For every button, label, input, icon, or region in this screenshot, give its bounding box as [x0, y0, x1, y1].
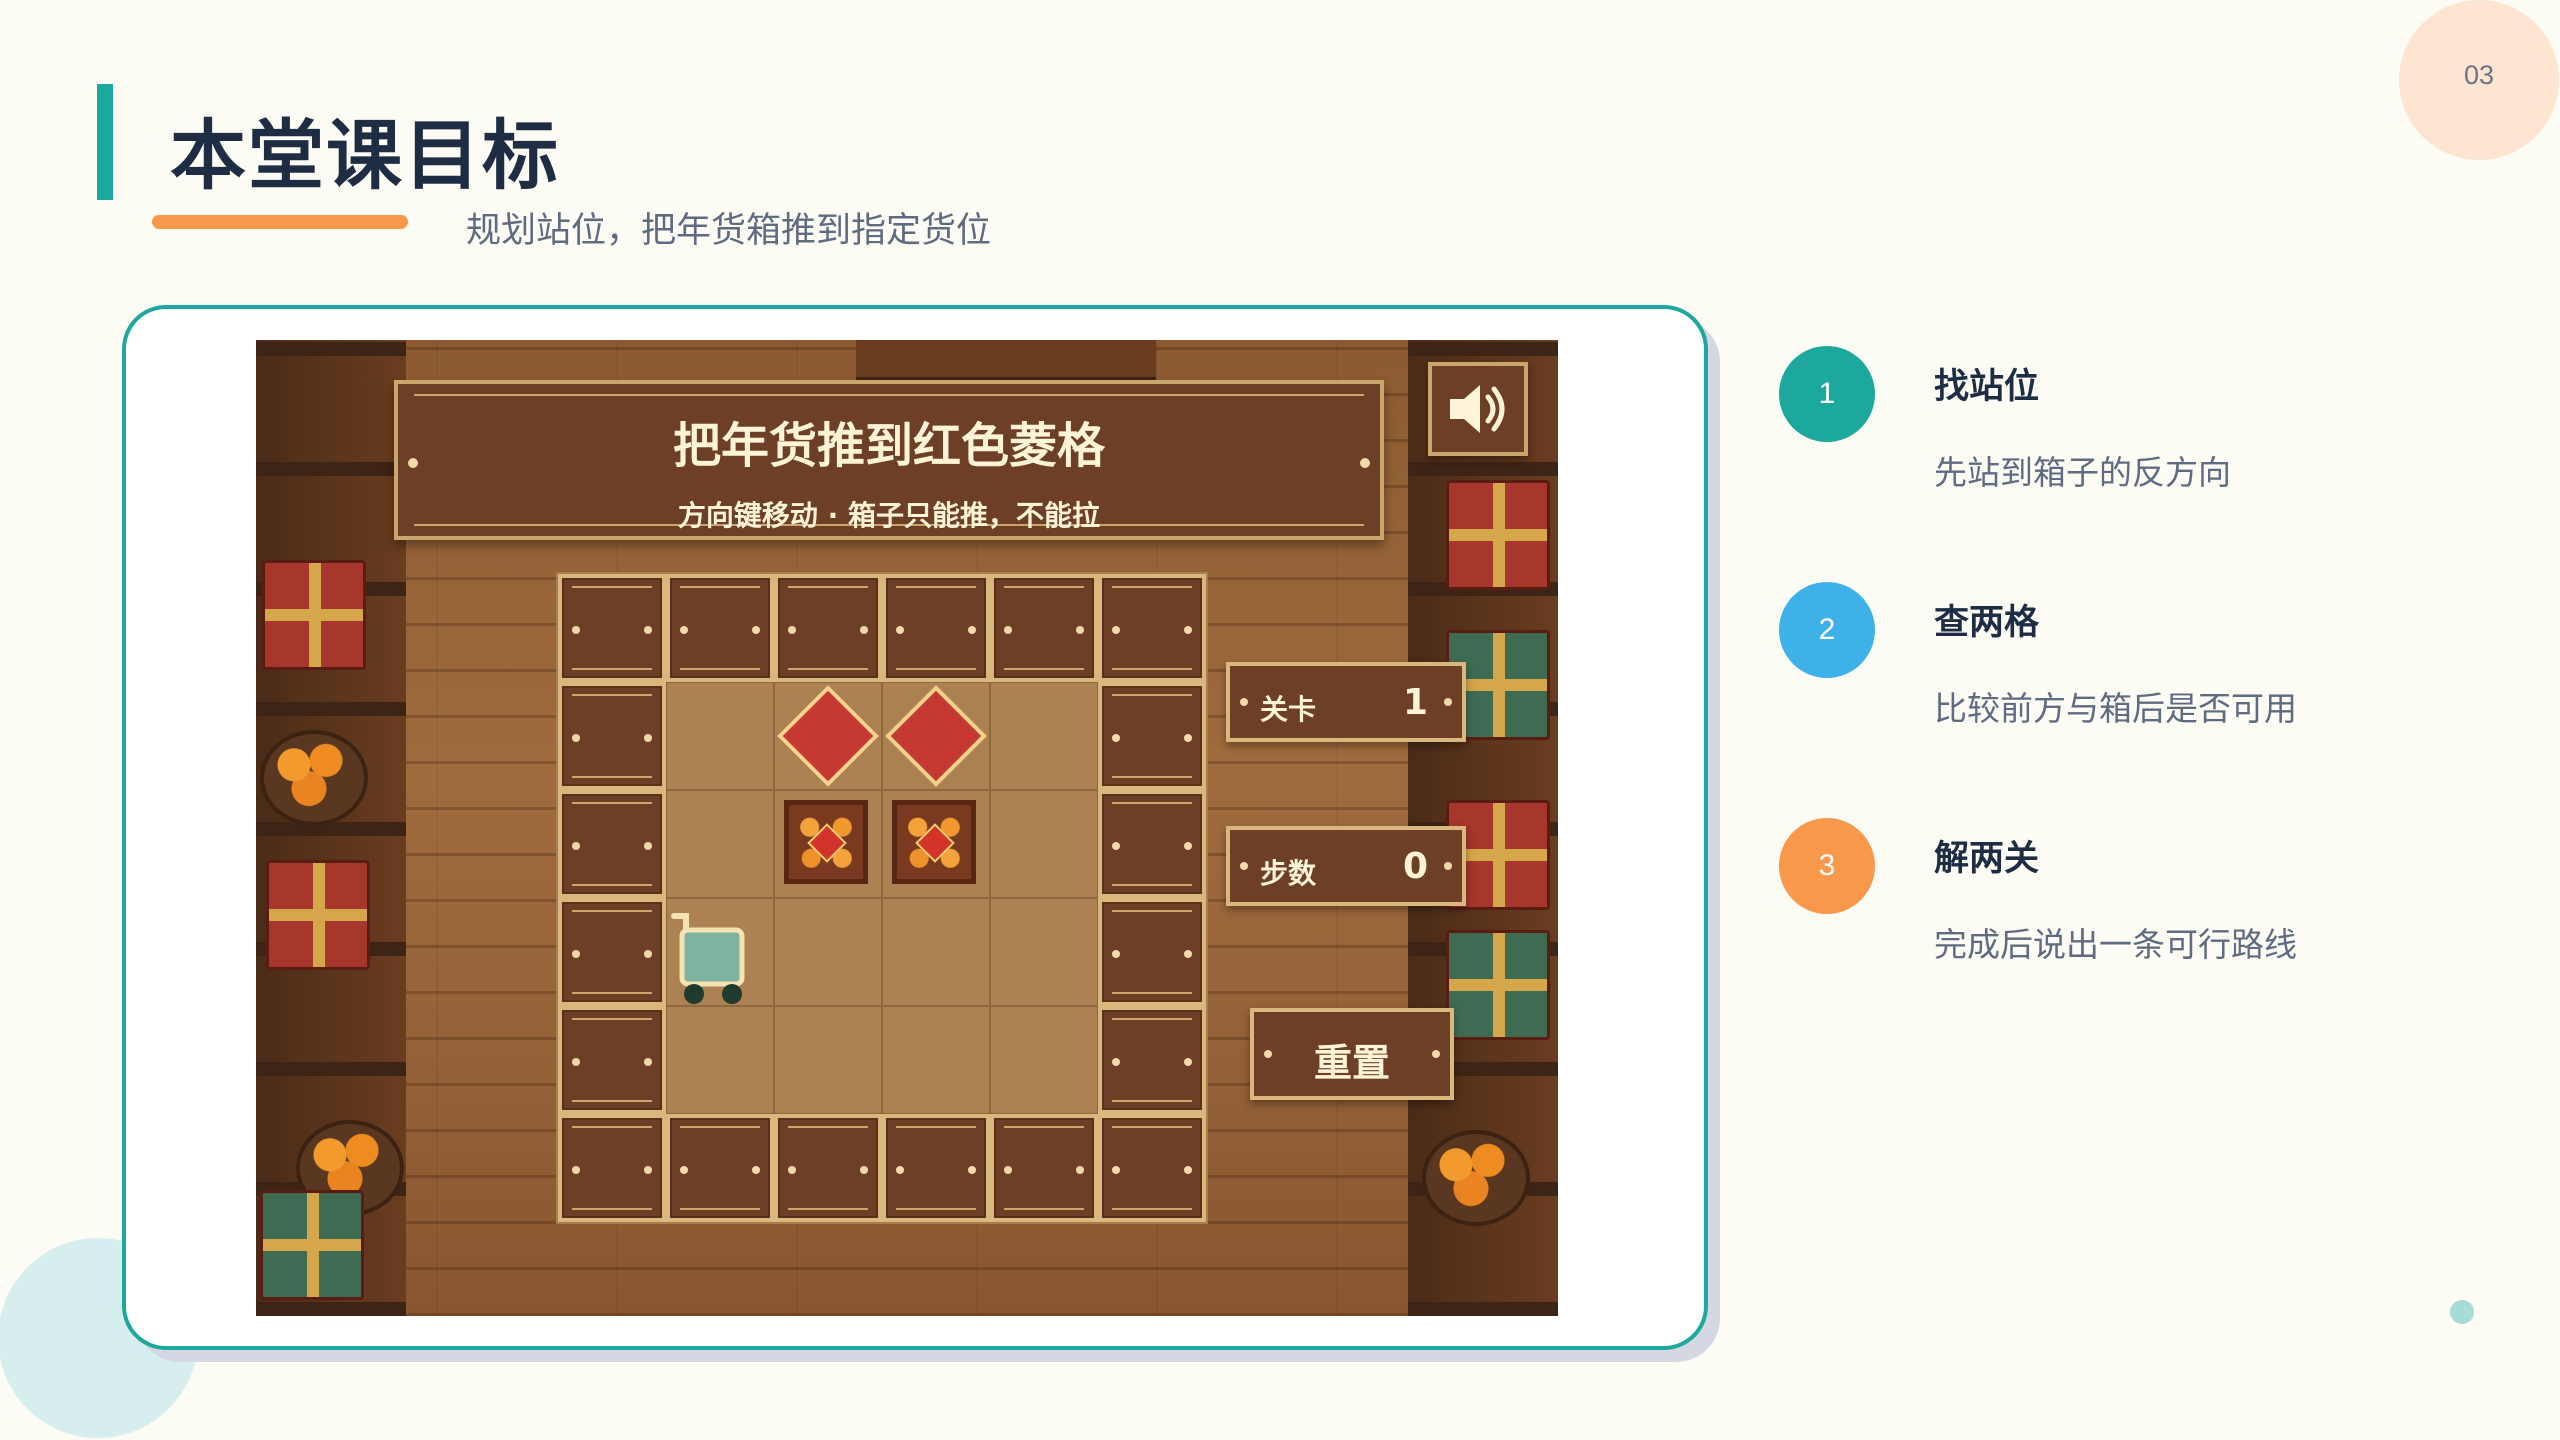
step-1-title: 找站位: [1934, 367, 2040, 407]
step-2-badge: 2: [1779, 582, 1875, 678]
level-value: 1: [1402, 682, 1428, 723]
wall-tile: [558, 1114, 666, 1222]
wall-tile: [558, 898, 666, 1006]
wall-tile: [774, 1114, 882, 1222]
steps-value: 0: [1402, 846, 1428, 887]
gift-box: [1446, 930, 1550, 1040]
banner-subtitle: 方向键移动 · 箱子只能推，不能拉: [677, 499, 1101, 532]
reset-button[interactable]: 重置: [1250, 1008, 1454, 1100]
instruction-banner: 把年货推到红色菱格 方向键移动 · 箱子只能推，不能拉: [394, 380, 1384, 540]
speaker-icon: [1450, 385, 1505, 433]
wall-tile: [666, 1114, 774, 1222]
page-title: 本堂课目标: [170, 111, 560, 200]
wall-tile: [1098, 1114, 1206, 1222]
floor-tile: [990, 682, 1098, 790]
title-underline: [152, 215, 408, 229]
banner-title: 把年货推到红色菱格: [672, 418, 1105, 474]
wall-tile: [558, 574, 666, 682]
wall-tile: [558, 790, 666, 898]
gift-box: [1446, 480, 1550, 590]
wall-tile: [1098, 682, 1206, 790]
wall-tile: [1098, 898, 1206, 1006]
game-board[interactable]: [556, 572, 1208, 1224]
wall-tile: [558, 1006, 666, 1114]
gift-box: [266, 860, 370, 970]
floor-tile: [882, 898, 990, 1006]
floor-tile: [666, 682, 774, 790]
goods-crate: [784, 800, 868, 884]
wall-tile: [1098, 1006, 1206, 1114]
floor-tile: [774, 898, 882, 1006]
game-screenshot[interactable]: 把年货推到红色菱格 方向键移动 · 箱子只能推，不能拉 关卡 1 步数 0 重置: [256, 340, 1558, 1316]
steps-panel: 步数 0: [1226, 826, 1466, 906]
wall-tile: [558, 682, 666, 790]
wall-tile: [1098, 790, 1206, 898]
gift-box: [262, 560, 366, 670]
step-1-description: 先站到箱子的反方向: [1934, 453, 2231, 492]
orange-basket: [260, 730, 368, 826]
wall-tile: [882, 1114, 990, 1222]
wall-tile: [774, 574, 882, 682]
step-3-title: 解两关: [1934, 839, 2040, 879]
step-2-title: 查两格: [1934, 603, 2040, 643]
step-3-badge: 3: [1779, 818, 1875, 914]
level-panel: 关卡 1: [1226, 662, 1466, 742]
floor-tile: [990, 898, 1098, 1006]
floor-tile: [990, 790, 1098, 898]
decorative-dot-teal: [2450, 1300, 2474, 1324]
page-number: 03: [2463, 60, 2495, 90]
floor-tile: [882, 1006, 990, 1114]
level-label: 关卡: [1260, 693, 1317, 726]
gift-box: [260, 1190, 364, 1300]
wall-tile: [666, 574, 774, 682]
top-ornament: [856, 340, 1156, 380]
goods-crate: [892, 800, 976, 884]
floor-tile: [990, 1006, 1098, 1114]
steps-label: 步数: [1260, 857, 1317, 890]
page-subtitle: 规划站位，把年货箱推到指定货位: [466, 211, 992, 251]
step-3-description: 完成后说出一条可行路线: [1934, 925, 2297, 964]
floor-tile: [666, 790, 774, 898]
sound-button[interactable]: [1428, 362, 1528, 456]
player-cart: [668, 908, 752, 1008]
wall-tile: [1098, 574, 1206, 682]
floor-tile: [666, 1006, 774, 1114]
step-1-badge: 1: [1779, 346, 1875, 442]
title-accent-bar: [97, 84, 113, 200]
step-2-description: 比较前方与箱后是否可用: [1934, 689, 2297, 728]
wall-tile: [990, 1114, 1098, 1222]
reset-label: 重置: [1313, 1041, 1390, 1085]
wall-tile: [882, 574, 990, 682]
orange-basket: [1422, 1130, 1530, 1226]
wall-tile: [990, 574, 1098, 682]
floor-tile: [774, 1006, 882, 1114]
